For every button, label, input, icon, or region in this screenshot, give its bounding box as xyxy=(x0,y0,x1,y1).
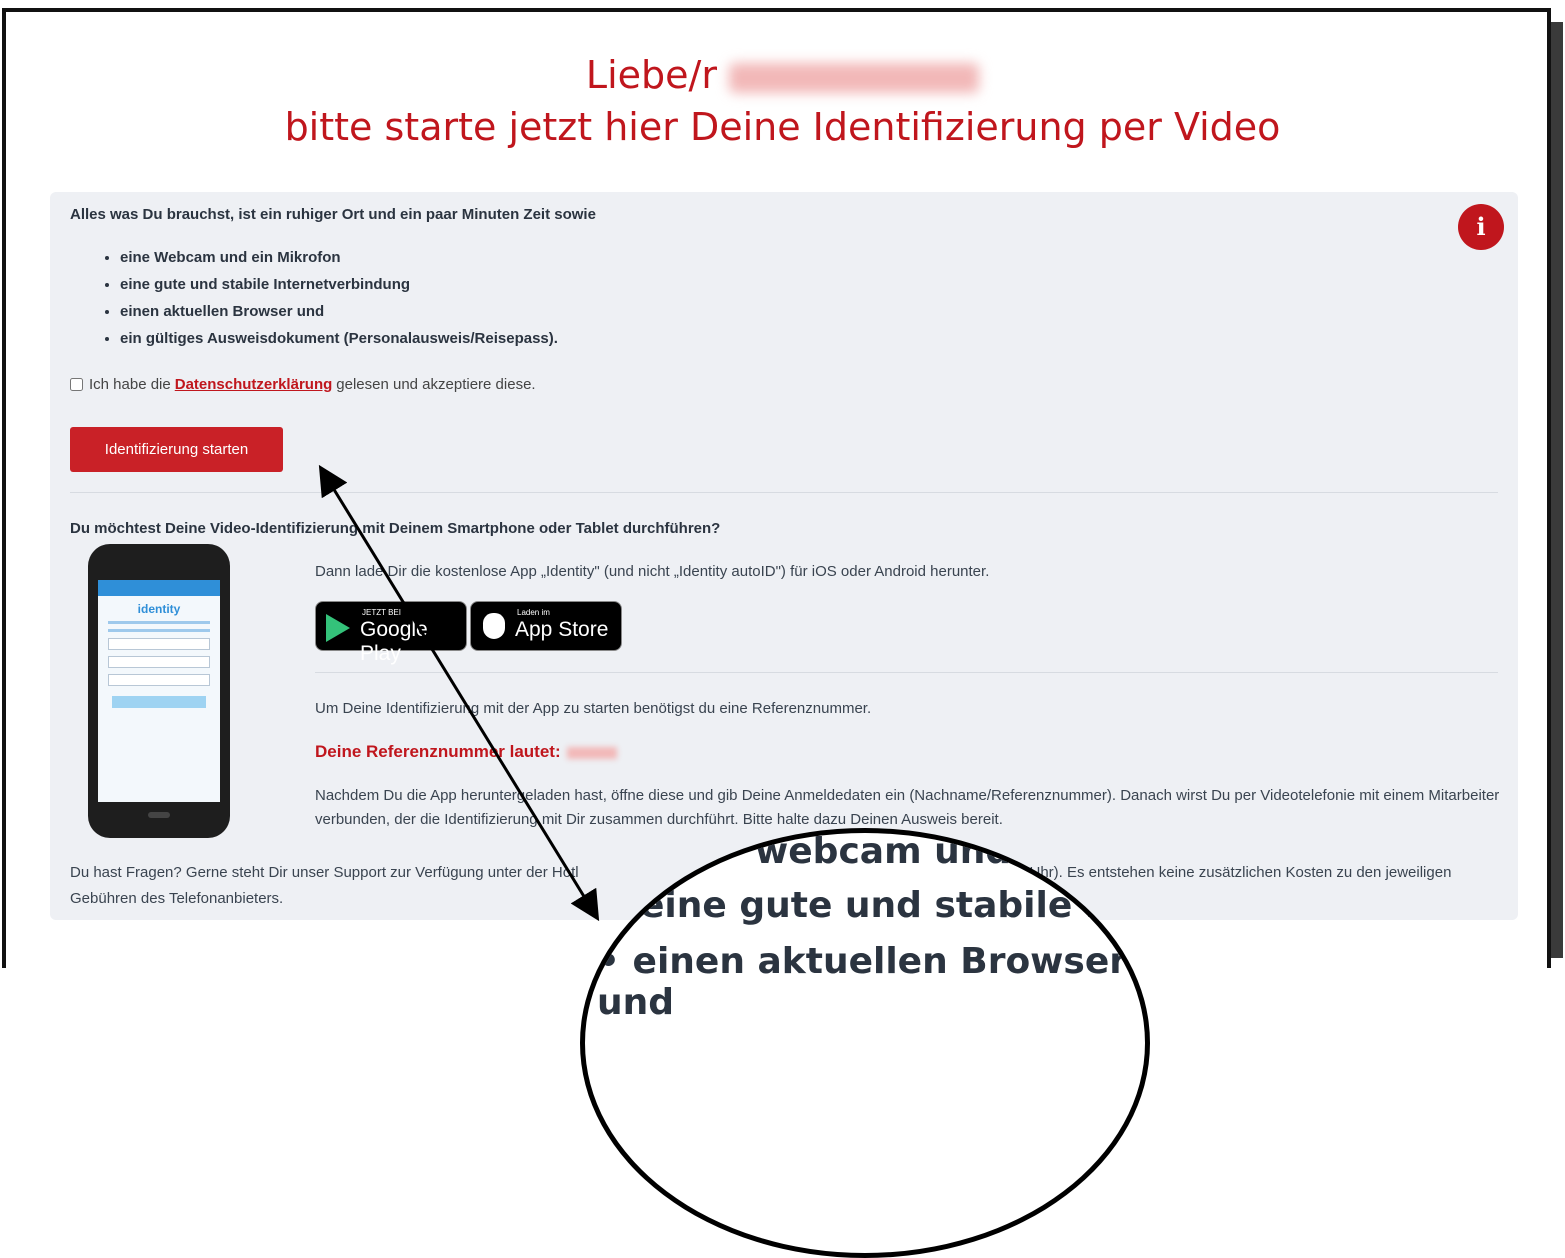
annotation-arrow xyxy=(318,464,600,922)
